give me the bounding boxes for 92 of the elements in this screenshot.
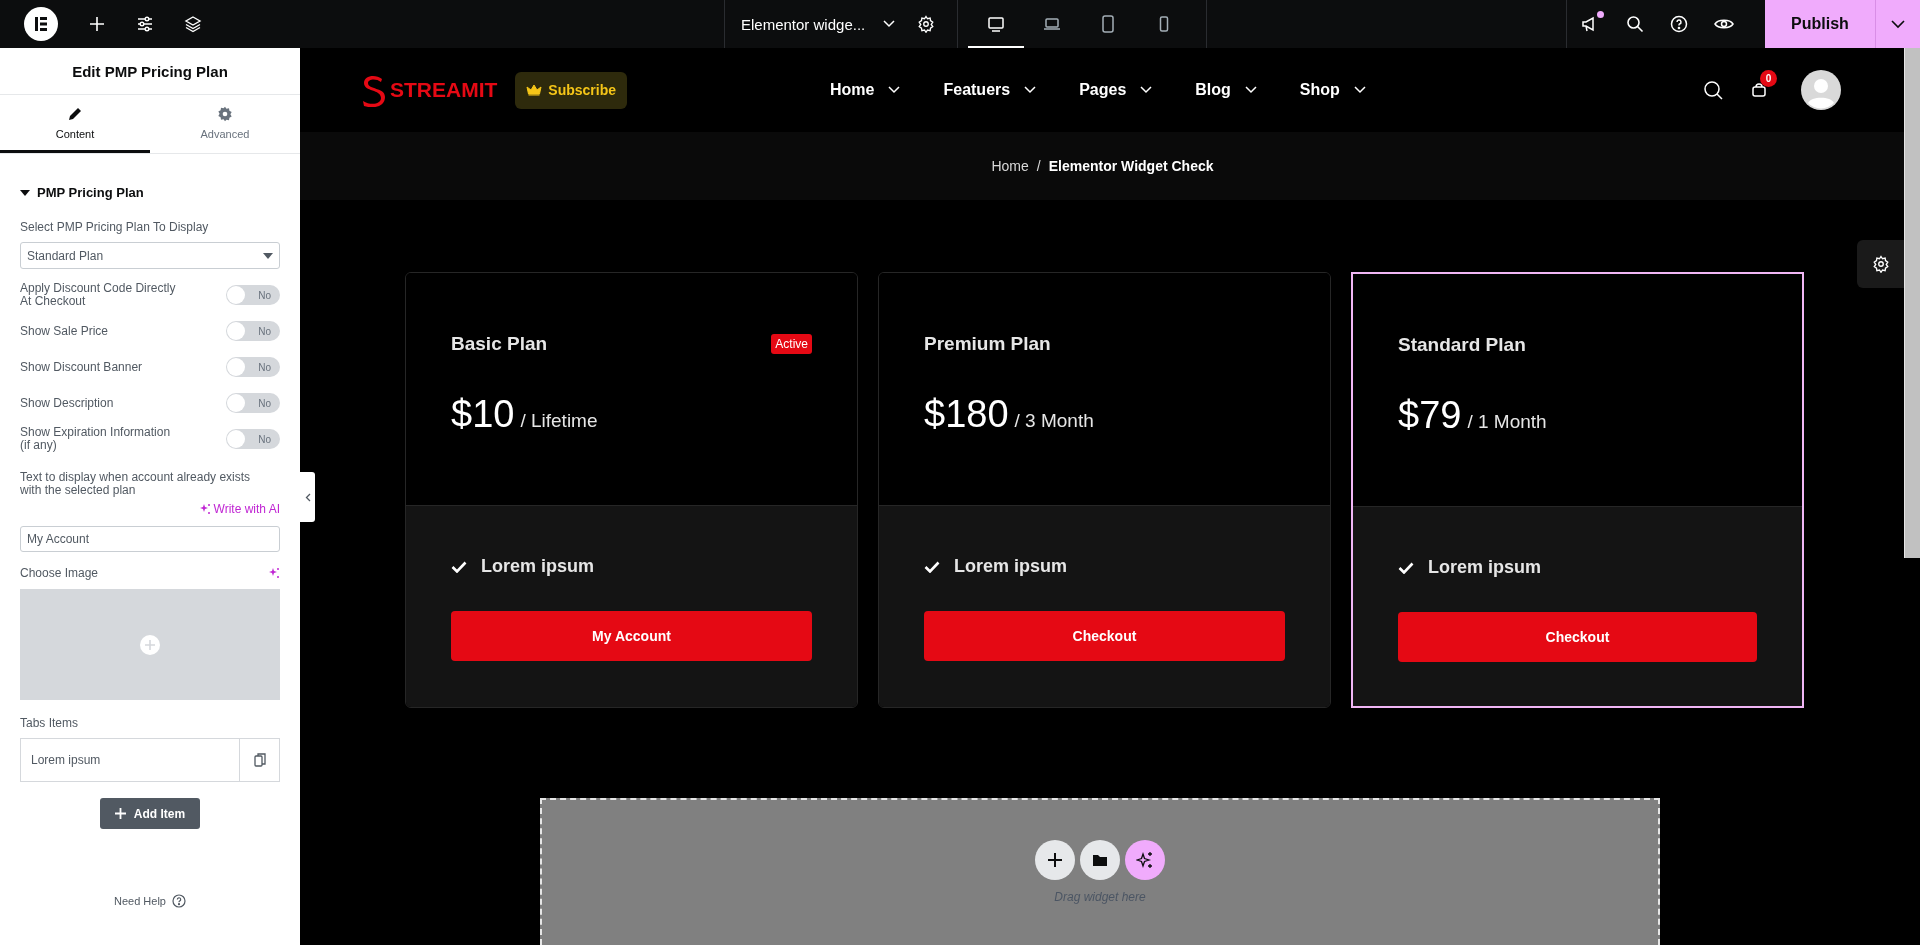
toggle-label: Show Expiration Information (if any) [20, 426, 172, 452]
search-icon[interactable] [1703, 80, 1723, 100]
plan-feature: Lorem ipsum [1428, 557, 1542, 578]
check-icon [1398, 561, 1414, 574]
panel-tab[interactable]: Advanced [150, 95, 300, 153]
breadcrumb-link[interactable]: Home [991, 158, 1029, 174]
logo-icon[interactable] [24, 7, 58, 41]
help-icon[interactable] [1670, 15, 1688, 33]
plan-select[interactable]: Standard Plan [20, 242, 280, 269]
nav-menu-item[interactable]: Featuers [943, 81, 1037, 99]
add-icon[interactable] [88, 15, 106, 33]
desktop-icon [986, 14, 1007, 34]
check-icon [451, 560, 467, 573]
text-input[interactable]: My Account [20, 526, 280, 553]
panel-tab[interactable]: Content [0, 95, 150, 153]
publish-button[interactable]: Publish [1765, 0, 1875, 48]
nav-menu-item[interactable]: Pages [1079, 81, 1153, 99]
ai-sparkle-button[interactable] [1125, 840, 1165, 880]
site-logo[interactable]: STREAMIT [360, 73, 498, 107]
chevron-down-icon [1140, 86, 1153, 94]
toggle-label: Apply Discount Code Directly At Checkout [20, 282, 177, 308]
add-item-button[interactable]: Add Item [100, 798, 200, 830]
pencil-icon [67, 105, 83, 122]
plan-price: $180 [924, 393, 1009, 436]
plan-action-button[interactable]: Checkout [924, 611, 1285, 661]
toggle-label: Show Sale Price [20, 324, 110, 338]
active-badge: Active [771, 334, 812, 354]
chevron-down-icon [1891, 19, 1905, 29]
caret-down-icon [263, 252, 273, 259]
settings-icon [1872, 255, 1890, 273]
plus-icon [114, 808, 126, 820]
caret-icon [20, 188, 30, 197]
field-label: Tabs Items [20, 716, 80, 731]
template-folder-button[interactable] [1080, 840, 1120, 880]
chevron-down-icon [1244, 86, 1257, 94]
breadcrumb-current: Elementor Widget Check [1048, 158, 1214, 174]
plan-feature: Lorem ipsum [954, 556, 1068, 577]
nav-menu-item[interactable]: Shop [1299, 81, 1366, 99]
toggle-switch[interactable]: No [226, 357, 280, 377]
field-label: Select PMP Pricing Plan To Display [20, 220, 210, 234]
layers-icon[interactable] [184, 15, 202, 33]
settings-sliders-icon[interactable] [136, 15, 154, 33]
plan-period: / Lifetime [520, 410, 598, 432]
chevron-left-icon [304, 492, 311, 502]
section-header[interactable]: PMP Pricing Plan [20, 185, 144, 200]
plan-price: $10 [451, 393, 515, 436]
nav-menu-item[interactable]: Blog [1195, 81, 1257, 99]
need-help-link[interactable]: Need Help [114, 894, 186, 909]
subscribe-button[interactable]: Subscribe [515, 71, 628, 109]
help-icon [172, 894, 186, 909]
field-label: Choose Image [20, 566, 99, 581]
plan-name: Standard Plan [1398, 334, 1526, 356]
settings-icon[interactable] [917, 15, 936, 33]
toggle-label: Show Description [20, 396, 115, 410]
plus-icon [1047, 852, 1063, 868]
plan-action-button[interactable]: My Account [451, 611, 812, 661]
crown-icon [526, 84, 543, 96]
plan-price: $79 [1398, 394, 1462, 437]
plan-name: Premium Plan [924, 333, 1051, 355]
page-settings-button[interactable] [1857, 240, 1905, 288]
chevron-down-icon [883, 20, 896, 28]
chevron-down-icon [1353, 86, 1366, 94]
plus-circle-icon [140, 634, 160, 655]
gear-icon [217, 105, 233, 122]
plan-action-button[interactable]: Checkout [1398, 612, 1757, 662]
document-title-dropdown[interactable]: Elementor widge... [741, 15, 896, 33]
cart-count-badge: 0 [1760, 70, 1777, 87]
toggle-switch[interactable]: No [226, 429, 280, 449]
toggle-label: Show Discount Banner [20, 360, 144, 374]
plan-name: Basic Plan [451, 333, 548, 355]
scrollbar[interactable] [1904, 48, 1920, 558]
toggle-switch[interactable]: No [226, 285, 280, 305]
copy-icon [253, 753, 266, 768]
chevron-down-icon [888, 86, 901, 94]
check-icon [924, 560, 940, 573]
plan-period: / 1 Month [1467, 411, 1547, 433]
toggle-switch[interactable]: No [226, 321, 280, 341]
write-with-ai-link[interactable]: Write with AI [198, 502, 280, 517]
toggle-switch[interactable]: No [226, 393, 280, 413]
nav-menu-item[interactable]: Home [830, 81, 901, 99]
ai-sparkle-icon[interactable] [268, 567, 280, 580]
folder-icon [1092, 853, 1108, 867]
field-label: Text to display when account already exists with the selected plan [20, 471, 252, 497]
add-section-button[interactable] [1035, 840, 1075, 880]
breadcrumb-separator: / [1036, 158, 1041, 174]
chevron-down-icon [1024, 86, 1037, 94]
shopping-bag-icon[interactable] [1751, 82, 1767, 98]
plan-period: / 3 Month [1014, 410, 1094, 432]
sparkle-icon [1136, 851, 1154, 869]
search-icon[interactable] [1626, 15, 1644, 33]
user-avatar[interactable] [1801, 70, 1841, 110]
plan-feature: Lorem ipsum [481, 556, 595, 577]
